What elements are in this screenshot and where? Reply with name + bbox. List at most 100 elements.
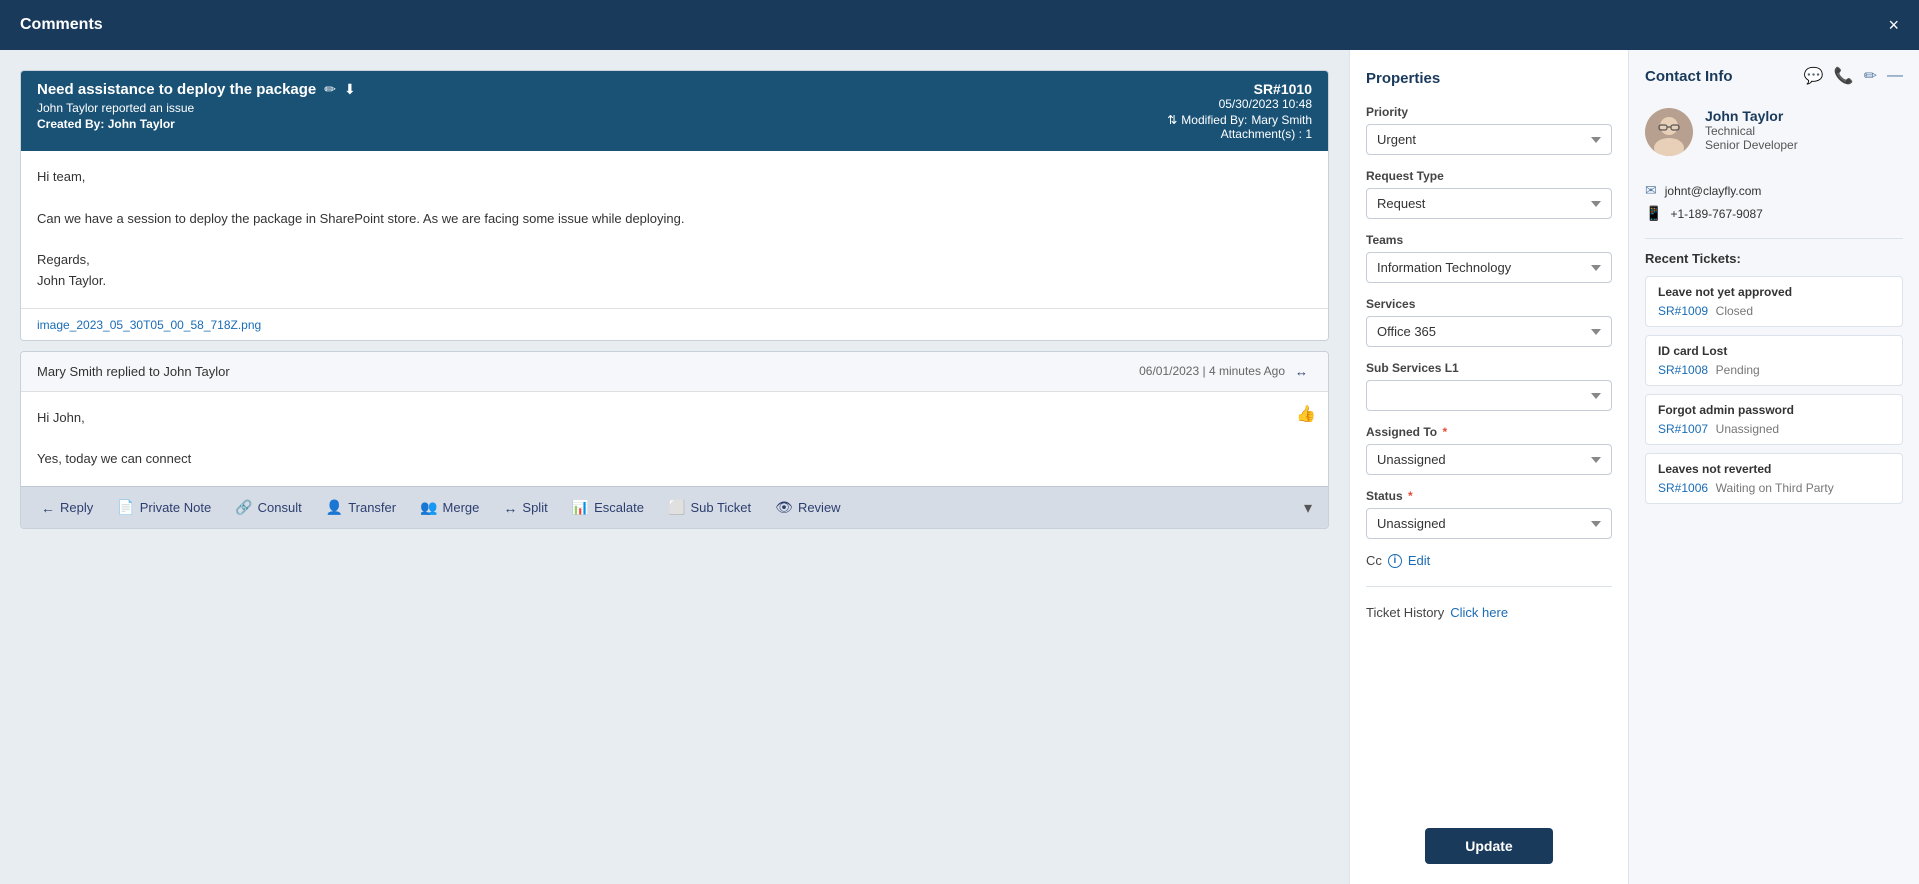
private-note-label: Private Note: [140, 500, 212, 515]
reply-body-line1: Hi John,: [37, 408, 1312, 429]
ticket-header-left: Need assistance to deploy the package ✏ …: [37, 81, 356, 131]
contact-edit-icon[interactable]: ✏: [1864, 66, 1877, 86]
reply-action-button[interactable]: ← Reply: [37, 498, 97, 518]
recent-ticket-item-4: Leaves not reverted SR#1006 Waiting on T…: [1645, 453, 1903, 504]
ticket-card: Need assistance to deploy the package ✏ …: [20, 70, 1329, 341]
split-icon: ↔: [503, 500, 517, 516]
properties-panel: Properties Priority Urgent Request Type …: [1349, 50, 1629, 884]
update-button[interactable]: Update: [1425, 828, 1552, 864]
contact-phone: +1-189-767-9087: [1670, 207, 1762, 221]
ticket-download-icon[interactable]: ⬇: [344, 81, 356, 98]
request-type-select[interactable]: Request: [1366, 188, 1612, 219]
review-icon: 👁: [775, 499, 793, 516]
recent-ticket-title-4: Leaves not reverted: [1658, 462, 1890, 476]
consult-label: Consult: [258, 500, 302, 515]
transfer-button[interactable]: 👤 Transfer: [322, 497, 400, 518]
ticket-body-line3: Regards,: [37, 250, 1312, 271]
contact-contact-info: ✉ johnt@clayfly.com 📱 +1-189-767-9087: [1645, 178, 1903, 226]
recent-ticket-item-3: Forgot admin password SR#1007 Unassigned: [1645, 394, 1903, 445]
services-label: Services: [1366, 297, 1612, 311]
attachment-link[interactable]: image_2023_05_30T05_00_58_718Z.png: [37, 318, 261, 332]
cc-edit-link[interactable]: Edit: [1408, 553, 1430, 568]
ticket-edit-icon[interactable]: ✏: [324, 81, 336, 98]
recent-ticket-ref-1[interactable]: SR#1009: [1658, 304, 1708, 318]
phone-icon: 📱: [1645, 205, 1662, 222]
modal-title: Comments: [20, 16, 103, 34]
recent-ticket-item-1: Leave not yet approved SR#1009 Closed: [1645, 276, 1903, 327]
modal-body: Need assistance to deploy the package ✏ …: [0, 50, 1919, 884]
merge-icon: 👥: [420, 499, 437, 516]
status-label: Status *: [1366, 489, 1612, 503]
reply-expand-button[interactable]: ↔: [1291, 362, 1312, 381]
recent-ticket-ref-3[interactable]: SR#1007: [1658, 422, 1708, 436]
recent-ticket-status-3: Unassigned: [1716, 422, 1779, 436]
review-button[interactable]: 👁 Review: [771, 497, 844, 518]
teams-select[interactable]: Information Technology: [1366, 252, 1612, 283]
recent-ticket-title-3: Forgot admin password: [1658, 403, 1890, 417]
recent-ticket-status-2: Pending: [1716, 363, 1760, 377]
contact-email: johnt@clayfly.com: [1665, 184, 1762, 198]
recent-ticket-status-4: Waiting on Third Party: [1716, 481, 1834, 495]
review-label: Review: [798, 500, 841, 515]
request-type-group: Request Type Request: [1366, 169, 1612, 219]
contact-chat-icon[interactable]: 💬: [1804, 66, 1824, 86]
sub-services-select[interactable]: [1366, 380, 1612, 411]
assigned-to-group: Assigned To * Unassigned: [1366, 425, 1612, 475]
action-bar-expand-button[interactable]: ▾: [1304, 498, 1312, 518]
recent-ticket-ref-2[interactable]: SR#1008: [1658, 363, 1708, 377]
sub-services-label: Sub Services L1: [1366, 361, 1612, 375]
reply-body: Hi John, Yes, today we can connect 👍: [21, 392, 1328, 486]
status-select[interactable]: Unassigned: [1366, 508, 1612, 539]
services-select[interactable]: Office 365: [1366, 316, 1612, 347]
ticket-history-label: Ticket History: [1366, 605, 1444, 620]
contact-info-card: John Taylor Technical Senior Developer: [1645, 98, 1903, 166]
contact-avatar: [1645, 108, 1693, 156]
escalate-button[interactable]: 📊 Escalate: [568, 497, 648, 518]
recent-ticket-title-2: ID card Lost: [1658, 344, 1890, 358]
ticket-body-line2: Can we have a session to deploy the pack…: [37, 209, 1312, 230]
comments-panel: Need assistance to deploy the package ✏ …: [0, 50, 1349, 884]
recent-ticket-ref-4[interactable]: SR#1006: [1658, 481, 1708, 495]
recent-ticket-status-1: Closed: [1716, 304, 1753, 318]
action-bar-left: ← Reply 📄 Private Note 🔗 Consult 👤: [37, 497, 845, 518]
merge-button[interactable]: 👥 Merge: [416, 497, 483, 518]
transfer-label: Transfer: [348, 500, 396, 515]
contact-panel-title: Contact Info: [1645, 68, 1733, 85]
cc-info-icon: i: [1388, 554, 1402, 568]
contact-details: John Taylor Technical Senior Developer: [1705, 108, 1798, 152]
modal-container: Comments × Need assistance to deploy the…: [0, 0, 1919, 884]
priority-select[interactable]: Urgent: [1366, 124, 1612, 155]
ticket-title: Need assistance to deploy the package ✏ …: [37, 81, 356, 98]
priority-label: Priority: [1366, 105, 1612, 119]
ticket-sr-number: SR#1010: [1167, 81, 1312, 97]
properties-title: Properties: [1366, 70, 1612, 87]
status-group: Status * Unassigned: [1366, 489, 1612, 539]
ticket-modified-by: ⇅ Modified By: Mary Smith: [1167, 113, 1312, 127]
ticket-created-by: Created By: John Taylor: [37, 117, 356, 131]
recent-tickets-section: Recent Tickets: Leave not yet approved S…: [1645, 238, 1903, 512]
reply-body-line2: Yes, today we can connect: [37, 449, 1312, 470]
assigned-to-select[interactable]: Unassigned: [1366, 444, 1612, 475]
contact-phone-row: 📱 +1-189-767-9087: [1645, 205, 1903, 222]
ticket-history-link[interactable]: Click here: [1450, 605, 1508, 620]
sub-ticket-button[interactable]: ⬜ Sub Ticket: [664, 497, 755, 518]
contact-phone-icon[interactable]: 📞: [1834, 66, 1854, 86]
contact-role: Technical: [1705, 124, 1798, 138]
update-btn-container: Update: [1366, 808, 1612, 864]
consult-button[interactable]: 🔗 Consult: [231, 497, 306, 518]
sub-ticket-icon: ⬜: [668, 499, 685, 516]
split-button[interactable]: ↔ Split: [499, 498, 551, 518]
action-bar: ← Reply 📄 Private Note 🔗 Consult 👤: [21, 486, 1328, 528]
private-note-button[interactable]: 📄 Private Note: [113, 497, 215, 518]
contact-name: John Taylor: [1705, 108, 1798, 124]
reply-header: Mary Smith replied to John Taylor 06/01/…: [21, 352, 1328, 392]
reply-action-label: Reply: [60, 500, 93, 515]
reply-arrow-icon: ←: [41, 500, 55, 516]
assigned-to-label: Assigned To *: [1366, 425, 1612, 439]
escalate-icon: 📊: [572, 499, 589, 516]
modal-close-button[interactable]: ×: [1888, 16, 1899, 34]
like-button[interactable]: 👍: [1296, 404, 1316, 424]
teams-label: Teams: [1366, 233, 1612, 247]
ticket-body-line4: John Taylor.: [37, 271, 1312, 292]
contact-minimize-icon[interactable]: —: [1887, 66, 1903, 86]
